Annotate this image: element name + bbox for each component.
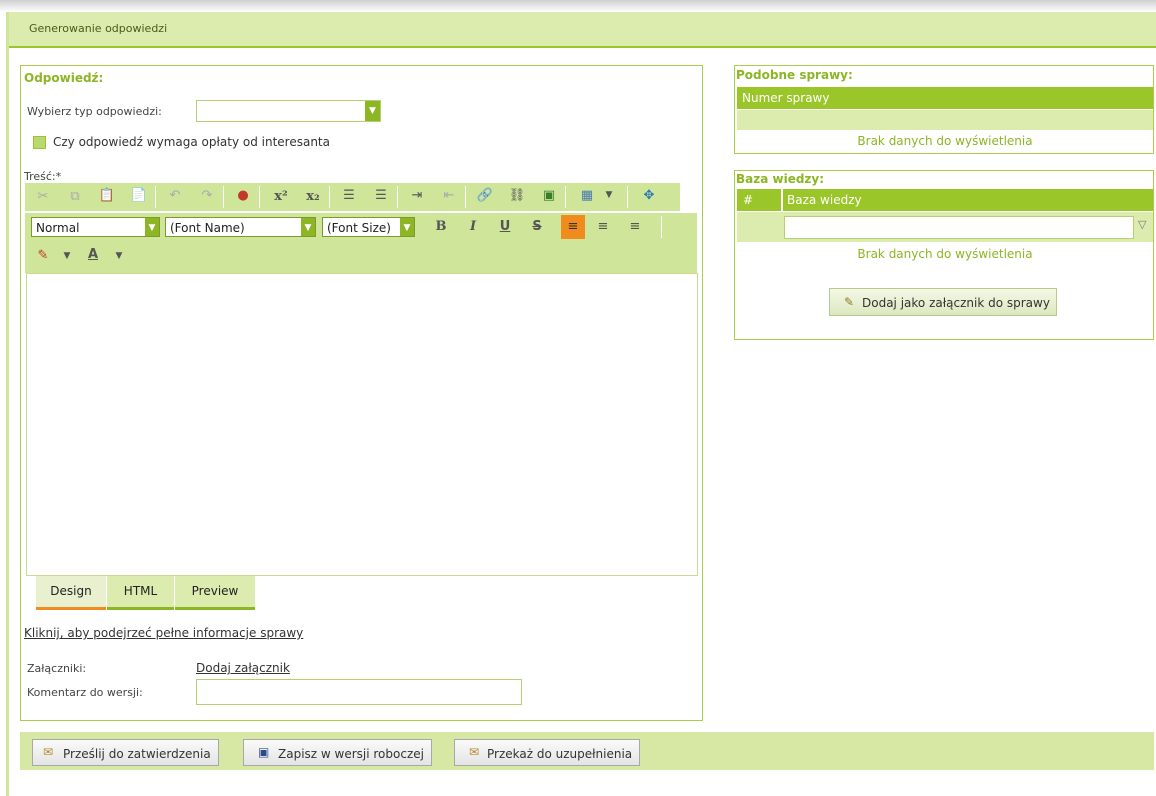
outdent-icon[interactable]: ⇤ <box>439 188 459 203</box>
copy-icon[interactable]: ⧉ <box>65 189 85 204</box>
send-for-approval-button[interactable]: ✉ Prześlij do zatwierdzenia <box>32 739 219 766</box>
top-shadow <box>0 0 1156 12</box>
italic-icon[interactable]: I <box>463 219 483 234</box>
chevron-down-icon: ▼ <box>400 218 414 236</box>
undo-icon[interactable]: ↶ <box>165 188 185 203</box>
align-left-button[interactable]: ≡ <box>561 215 585 239</box>
fee-checkbox[interactable] <box>33 136 46 149</box>
font-color-dropdown-icon[interactable]: ▼ <box>109 251 129 261</box>
pencil-icon: ✎ <box>844 295 855 309</box>
forward-for-completion-button[interactable]: ✉ Przekaż do uzupełnienia <box>454 739 640 766</box>
subscript-icon[interactable]: x₂ <box>303 189 323 204</box>
tab-html[interactable]: HTML <box>107 576 174 610</box>
fullscreen-icon[interactable]: ✥ <box>639 188 659 203</box>
content-label: Treść:* <box>24 170 62 183</box>
highlight-dropdown-icon[interactable]: ▼ <box>57 251 77 261</box>
editor-toolbar-row1: ✂ ⧉ 📋 📄 ↶ ↷ ● x² x₂ ☰ ☰ ⇥ ⇤ 🔗 ⛓ ▣ ▦ ▼ ✥ <box>25 183 680 211</box>
spellcheck-icon[interactable]: ● <box>233 188 253 203</box>
page-title: Generowanie odpowiedzi <box>29 22 168 35</box>
insert-link-icon[interactable]: 🔗 <box>475 188 495 203</box>
underline-icon[interactable]: U <box>495 219 515 234</box>
fee-checkbox-label: Czy odpowiedź wymaga opłaty od interesan… <box>53 135 330 149</box>
cut-icon[interactable]: ✂ <box>33 189 53 204</box>
attachments-label: Załączniki: <box>27 662 87 675</box>
knowledge-filter-row: ▽ <box>737 212 1153 242</box>
insert-image-icon[interactable]: ▣ <box>539 188 559 203</box>
knowledge-base-panel: Baza wiedzy: # Baza wiedzy ▽ Brak danych… <box>734 170 1154 340</box>
title-bar: Generowanie odpowiedzi <box>9 12 1156 48</box>
chevron-down-icon: ▼ <box>365 101 380 121</box>
answer-type-label: Wybierz typ odpowiedzi: <box>27 105 162 118</box>
highlight-color-icon[interactable]: ✎ <box>33 248 53 263</box>
chevron-down-icon: ▼ <box>145 218 159 236</box>
similar-cases-filter-row <box>737 110 1153 130</box>
tab-design[interactable]: Design <box>36 576 106 610</box>
envelope-icon: ✉ <box>469 745 480 759</box>
knowledge-empty-message: Brak danych do wyświetlenia <box>857 247 1033 261</box>
knowledge-column-name[interactable]: Baza wiedzy <box>783 189 1153 211</box>
style-select[interactable]: Normal ▼ <box>31 217 160 237</box>
editor-toolbar-row2: Normal ▼ (Font Name) ▼ (Font Size) ▼ B I… <box>25 213 697 273</box>
comment-input[interactable] <box>196 679 522 705</box>
paste-icon[interactable]: 📋 <box>97 188 117 203</box>
table-icon[interactable]: ▦ <box>577 188 597 203</box>
filter-icon[interactable]: ▽ <box>1138 218 1146 231</box>
font-color-icon[interactable]: A <box>83 247 103 262</box>
similar-cases-heading: Podobne sprawy: <box>736 68 853 82</box>
indent-icon[interactable]: ⇥ <box>407 188 427 203</box>
superscript-icon[interactable]: x² <box>271 189 291 204</box>
left-border <box>6 12 9 796</box>
strikethrough-icon[interactable]: S <box>527 219 547 234</box>
editor-content-area[interactable] <box>26 273 698 576</box>
tab-preview[interactable]: Preview <box>175 576 255 610</box>
similar-cases-column-header[interactable]: Numer sprawy <box>737 87 1153 109</box>
bullet-list-icon[interactable]: ☰ <box>371 188 391 203</box>
envelope-icon: ✉ <box>43 745 54 759</box>
knowledge-base-heading: Baza wiedzy: <box>736 172 825 186</box>
answer-panel: Odpowiedź: Wybierz typ odpowiedzi: ▼ Czy… <box>20 65 703 721</box>
answer-type-select[interactable]: ▼ <box>196 100 381 122</box>
knowledge-filter-input[interactable] <box>784 216 1134 239</box>
footer-bar: ✉ Prześlij do zatwierdzenia ▣ Zapisz w w… <box>20 732 1154 770</box>
case-details-link[interactable]: Kliknij, aby podejrzeć pełne informacje … <box>24 626 303 640</box>
add-attachment-link[interactable]: Dodaj załącznik <box>196 661 290 675</box>
knowledge-column-hash[interactable]: # <box>737 189 782 211</box>
font-name-select[interactable]: (Font Name) ▼ <box>165 217 316 237</box>
align-center-icon[interactable]: ≡ <box>593 219 613 234</box>
comment-label: Komentarz do wersji: <box>27 686 143 699</box>
attach-to-case-button[interactable]: ✎ Dodaj jako załącznik do sprawy <box>829 288 1057 316</box>
table-dropdown-icon[interactable]: ▼ <box>599 190 619 200</box>
remove-link-icon[interactable]: ⛓ <box>507 188 527 203</box>
chevron-down-icon: ▼ <box>301 218 315 236</box>
align-right-icon[interactable]: ≡ <box>625 219 645 234</box>
similar-cases-empty-message: Brak danych do wyświetlenia <box>857 134 1033 148</box>
align-left-icon: ≡ <box>567 219 579 234</box>
redo-icon[interactable]: ↷ <box>197 188 217 203</box>
save-draft-button[interactable]: ▣ Zapisz w wersji roboczej <box>243 739 432 766</box>
similar-cases-panel: Podobne sprawy: Numer sprawy Brak danych… <box>734 65 1154 154</box>
font-size-select[interactable]: (Font Size) ▼ <box>322 217 415 237</box>
paste-text-icon[interactable]: 📄 <box>129 188 149 203</box>
ordered-list-icon[interactable]: ☰ <box>339 188 359 203</box>
answer-heading: Odpowiedź: <box>24 71 104 85</box>
bold-icon[interactable]: B <box>431 219 451 234</box>
save-icon: ▣ <box>258 745 270 759</box>
